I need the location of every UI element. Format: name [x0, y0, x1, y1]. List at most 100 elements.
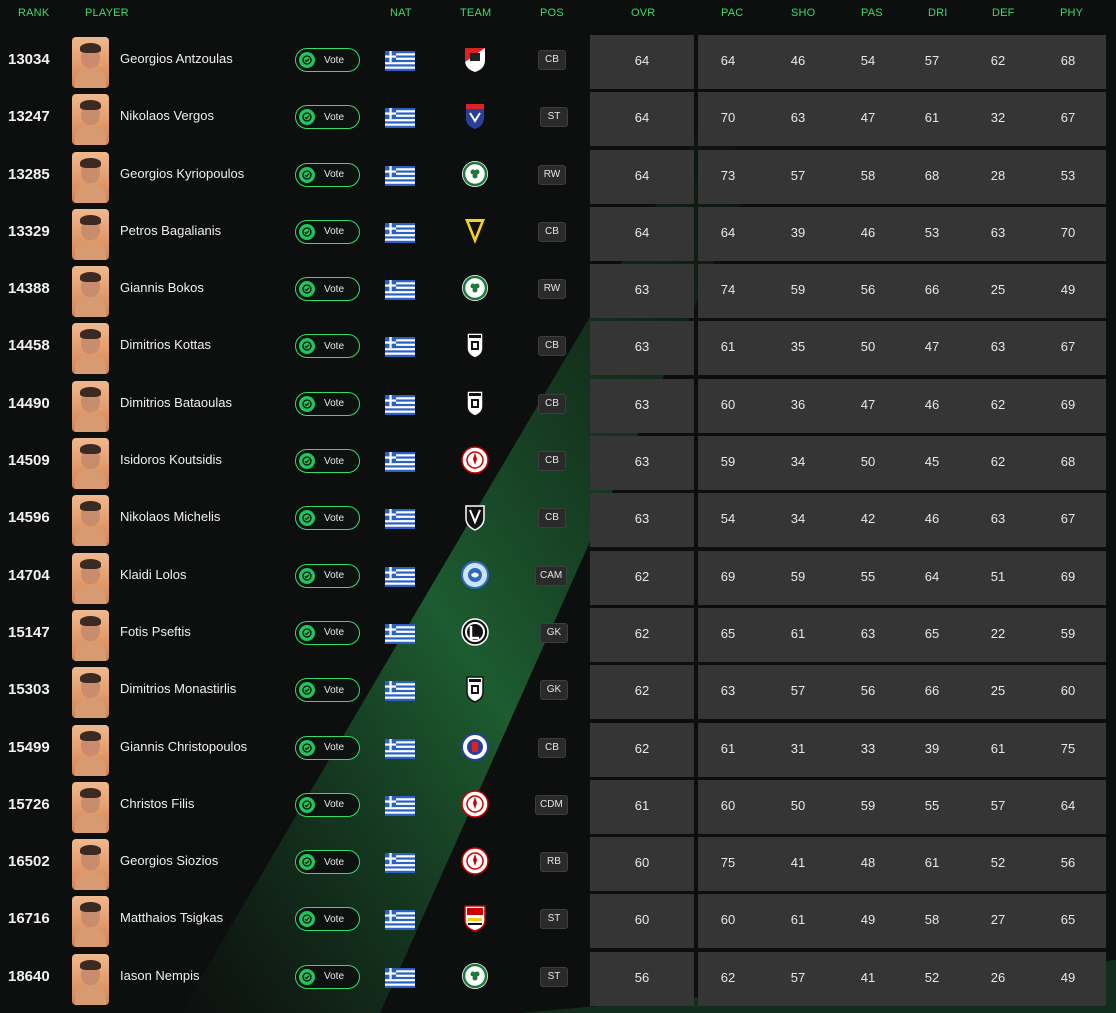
vote-button[interactable]: Vote	[295, 277, 360, 302]
player-name[interactable]: Nikolaos Vergos	[120, 108, 214, 123]
vote-button[interactable]: Vote	[295, 964, 360, 989]
player-name[interactable]: Dimitrios Kottas	[120, 337, 211, 352]
player-name[interactable]: Dimitrios Bataoulas	[120, 395, 232, 410]
black-white-eagle-crest-icon[interactable]	[460, 674, 490, 704]
player-avatar[interactable]	[72, 94, 109, 146]
vote-button[interactable]: Vote	[295, 334, 360, 359]
player-avatar[interactable]	[72, 495, 109, 547]
player-avatar[interactable]	[72, 839, 109, 891]
player-avatar[interactable]	[72, 724, 109, 776]
player-avatar[interactable]	[72, 609, 109, 661]
sho-column-header[interactable]: SHO	[791, 7, 815, 19]
red-yellow-shield-crest-icon[interactable]	[460, 903, 490, 933]
phy-column-header[interactable]: PHY	[1060, 7, 1083, 19]
black-shield-crest-icon[interactable]	[460, 502, 490, 532]
player-name[interactable]: Isidoros Koutsidis	[120, 452, 222, 467]
player-row[interactable]: 14596 Nikolaos Michelis Vote CB 63 54 34…	[0, 492, 1116, 549]
player-name[interactable]: Georgios Kyriopoulos	[120, 166, 244, 181]
player-row[interactable]: 15499 Giannis Christopoulos Vote CB 62 6…	[0, 722, 1116, 779]
player-avatar[interactable]	[72, 781, 109, 833]
player-row[interactable]: 16716 Matthaios Tsigkas Vote ST 60 60 61…	[0, 893, 1116, 950]
vote-button[interactable]: Vote	[295, 678, 360, 703]
red-white-shield-crest-icon[interactable]	[460, 44, 490, 74]
ovr-column-header[interactable]: OVR	[631, 7, 655, 19]
vote-button[interactable]: Vote	[295, 449, 360, 474]
player-column-header[interactable]: PLAYER	[85, 7, 129, 19]
vote-button[interactable]: Vote	[295, 620, 360, 645]
black-white-round-crest-icon[interactable]	[460, 617, 490, 647]
pos-column-header[interactable]: POS	[540, 7, 564, 19]
player-avatar[interactable]	[72, 552, 109, 604]
player-avatar[interactable]	[72, 323, 109, 375]
player-name[interactable]: Giannis Bokos	[120, 280, 204, 295]
vote-label: Vote	[324, 742, 345, 754]
player-row[interactable]: 13247 Nikolaos Vergos Vote ST 64 70 63 4…	[0, 91, 1116, 148]
red-round-crest-icon[interactable]	[460, 789, 490, 819]
blue-round-crest-icon[interactable]	[460, 560, 490, 590]
red-round-crest-icon[interactable]	[460, 846, 490, 876]
vote-button[interactable]: Vote	[295, 563, 360, 588]
def-column-header[interactable]: DEF	[992, 7, 1015, 19]
player-name[interactable]: Fotis Pseftis	[120, 624, 191, 639]
vote-button[interactable]: Vote	[295, 391, 360, 416]
player-avatar[interactable]	[72, 37, 109, 88]
vote-button[interactable]: Vote	[295, 162, 360, 187]
player-row[interactable]: 14388 Giannis Bokos Vote RW 63 74 59 56 …	[0, 263, 1116, 320]
player-row[interactable]: 13034 Georgios Antzoulas Vote CB 64 64 4…	[0, 34, 1116, 91]
player-row[interactable]: 18640 Iason Nempis Vote ST 56 62 57 41 5…	[0, 951, 1116, 1008]
player-name[interactable]: Dimitrios Monastirlis	[120, 681, 236, 696]
pas-column-header[interactable]: PAS	[861, 7, 883, 19]
player-avatar[interactable]	[72, 953, 109, 1005]
green-clover-crest-icon[interactable]	[460, 273, 490, 303]
player-avatar[interactable]	[72, 896, 109, 948]
player-name[interactable]: Christos Filis	[120, 796, 194, 811]
player-name[interactable]: Giannis Christopoulos	[120, 739, 247, 754]
team-column-header[interactable]: TEAM	[460, 7, 491, 19]
vote-button[interactable]: Vote	[295, 506, 360, 531]
player-name[interactable]: Nikolaos Michelis	[120, 509, 220, 524]
vote-button[interactable]: Vote	[295, 907, 360, 932]
player-row[interactable]: 14704 Klaidi Lolos Vote CAM 62 69 59 55 …	[0, 550, 1116, 607]
player-name[interactable]: Georgios Siozios	[120, 853, 218, 868]
vote-button[interactable]: Vote	[295, 850, 360, 875]
player-row[interactable]: 13285 Georgios Kyriopoulos Vote RW 64 73…	[0, 149, 1116, 206]
red-round-crest-icon[interactable]	[460, 445, 490, 475]
player-row[interactable]: 15147 Fotis Pseftis Vote GK 62 65 61 63 …	[0, 607, 1116, 664]
player-avatar[interactable]	[72, 438, 109, 490]
player-avatar[interactable]	[72, 667, 109, 719]
player-row[interactable]: 16502 Georgios Siozios Vote RB 60 75 41 …	[0, 836, 1116, 893]
player-row[interactable]: 14458 Dimitrios Kottas Vote CB 63 61 35 …	[0, 320, 1116, 377]
player-row[interactable]: 13329 Petros Bagalianis Vote CB 64 64 39…	[0, 206, 1116, 263]
pac-column-header[interactable]: PAC	[721, 7, 743, 19]
blue-red-shield-crest-icon[interactable]	[460, 101, 490, 131]
player-name[interactable]: Petros Bagalianis	[120, 223, 221, 238]
player-name[interactable]: Klaidi Lolos	[120, 567, 187, 582]
vote-button[interactable]: Vote	[295, 219, 360, 244]
dri-value: 46	[924, 511, 940, 527]
player-avatar[interactable]	[72, 380, 109, 432]
black-white-eagle-crest-icon[interactable]	[460, 388, 490, 418]
blue-red-round-crest-icon[interactable]	[460, 732, 490, 762]
vote-button[interactable]: Vote	[295, 48, 360, 72]
yellow-black-crest-icon[interactable]	[460, 216, 490, 246]
player-avatar[interactable]	[72, 266, 109, 318]
green-clover-crest-icon[interactable]	[460, 159, 490, 189]
vote-button[interactable]: Vote	[295, 105, 360, 130]
player-name[interactable]: Iason Nempis	[120, 968, 199, 983]
nat-column-header[interactable]: NAT	[390, 7, 412, 19]
player-row[interactable]: 14509 Isidoros Koutsidis Vote CB 63 59 3…	[0, 435, 1116, 492]
player-name[interactable]: Georgios Antzoulas	[120, 51, 233, 66]
player-row[interactable]: 15303 Dimitrios Monastirlis Vote GK 62 6…	[0, 664, 1116, 721]
player-row[interactable]: 15726 Christos Filis Vote CDM 61 60 50 5…	[0, 779, 1116, 836]
black-white-eagle-crest-icon[interactable]	[460, 330, 490, 360]
vote-button[interactable]: Vote	[295, 792, 360, 817]
player-avatar[interactable]	[72, 151, 109, 203]
player-name[interactable]: Matthaios Tsigkas	[120, 910, 223, 925]
player-row[interactable]: 14490 Dimitrios Bataoulas Vote CB 63 60 …	[0, 378, 1116, 435]
vote-button[interactable]: Vote	[295, 735, 360, 760]
player-avatar[interactable]	[72, 208, 109, 260]
ovr-value: 60	[634, 855, 650, 871]
green-clover-crest-icon[interactable]	[460, 961, 490, 991]
rank-column-header[interactable]: RANK	[18, 7, 49, 19]
dri-column-header[interactable]: DRI	[928, 7, 948, 19]
